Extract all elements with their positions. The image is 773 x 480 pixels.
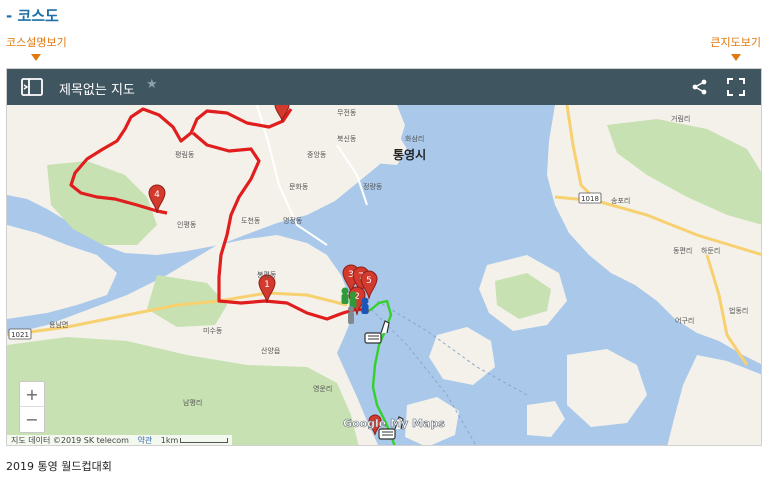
google-my-maps-logo: Google My Maps bbox=[343, 417, 445, 430]
label-beopdong: 법동리 bbox=[729, 306, 748, 315]
large-map-toggle[interactable]: 큰지도보기 bbox=[710, 34, 761, 61]
road-label-1021: 1021 bbox=[11, 331, 29, 339]
road-shield-1021: 1021 bbox=[8, 328, 32, 340]
section-title: - 코스도 bbox=[6, 7, 59, 25]
label-hwasam: 화삼리 bbox=[405, 134, 424, 143]
label-munhwa: 문화동 bbox=[289, 183, 309, 191]
map-embed[interactable]: 제목없는 지도 ★ 1 4 3 5 2 통영시 무전동 북신동 화삼리 중앙동 … bbox=[6, 68, 762, 446]
label-geoje: 거림리 bbox=[671, 114, 690, 123]
label-misu: 미수동 bbox=[203, 326, 223, 335]
label-myeongjeong: 명정동 bbox=[283, 216, 303, 225]
triangle-down-icon[interactable] bbox=[31, 54, 42, 61]
fullscreen-icon[interactable] bbox=[727, 78, 745, 96]
label-inpyeong: 인평동 bbox=[177, 220, 197, 229]
page: - 코스도 코스설명보기 큰지도보기 제목없는 지도 ★ 1 4 3 5 2 통… bbox=[0, 0, 773, 480]
attribution-text: 지도 데이터 ©2019 SK telecom bbox=[11, 436, 129, 445]
label-yeongun: 영운리 bbox=[313, 384, 332, 393]
course-description-label[interactable]: 코스설명보기 bbox=[6, 36, 67, 49]
scale-bar bbox=[180, 438, 229, 443]
label-hado: 하둔리 bbox=[701, 246, 720, 255]
large-map-label[interactable]: 큰지도보기 bbox=[710, 36, 761, 49]
map-caption: 2019 통영 월드컵대회 bbox=[6, 460, 112, 473]
map-canvas[interactable]: 1 4 3 7 5 2 bbox=[7, 105, 762, 446]
label-buksin: 북신동 bbox=[337, 134, 357, 143]
label-sanyang: 산양읍 bbox=[261, 346, 281, 355]
scale-label: 1km bbox=[160, 436, 179, 445]
star-icon[interactable]: ★ bbox=[146, 77, 158, 92]
triangle-down-icon[interactable] bbox=[730, 54, 741, 61]
label-pyeongrim: 평림동 bbox=[175, 150, 195, 159]
label-jeongnyang: 정량동 bbox=[363, 182, 383, 191]
label-jungang: 중앙동 bbox=[307, 151, 327, 159]
map-title: 제목없는 지도 bbox=[59, 83, 135, 98]
label-eoguri: 어구리 bbox=[675, 316, 694, 325]
label-city: 통영시 bbox=[393, 147, 426, 162]
map-attribution: 지도 데이터 ©2019 SK telecom 약관 1km bbox=[7, 435, 233, 445]
label-seongnae: 송포리 bbox=[611, 196, 630, 205]
course-description-toggle[interactable]: 코스설명보기 bbox=[6, 34, 67, 61]
share-icon[interactable] bbox=[691, 78, 709, 96]
marker-4-label: 4 bbox=[154, 190, 160, 200]
marker-5-label: 5 bbox=[366, 276, 372, 286]
map-header: 제목없는 지도 ★ bbox=[7, 69, 761, 105]
label-jonggyo: 동편리 bbox=[673, 246, 692, 255]
road-shield-1018: 1018 bbox=[578, 192, 602, 204]
label-bongpyeong: 봉평동 bbox=[257, 270, 277, 279]
label-yongnam: 용남면 bbox=[49, 320, 68, 329]
zoom-control: + − bbox=[19, 381, 45, 433]
label-muchun: 무전동 bbox=[337, 108, 357, 117]
label-namjeong: 남평리 bbox=[183, 398, 202, 407]
zoom-out-button[interactable]: − bbox=[20, 407, 44, 432]
terms-link[interactable]: 약관 bbox=[138, 436, 153, 445]
side-panel-icon[interactable] bbox=[21, 78, 43, 96]
road-label-1018: 1018 bbox=[581, 195, 599, 203]
label-dochen: 도천동 bbox=[241, 216, 261, 225]
marker-1-label: 1 bbox=[264, 280, 270, 290]
zoom-in-button[interactable]: + bbox=[20, 382, 44, 407]
